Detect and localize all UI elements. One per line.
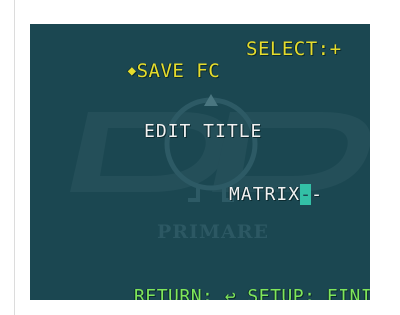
text-cursor[interactable]: -	[300, 184, 312, 205]
save-fc-label: SAVE FC	[136, 60, 221, 82]
osd-screen: PRIMARE ◆SAVE FC SELECT:+ EDIT TITLE MAT…	[30, 24, 370, 300]
page: PRIMARE ◆SAVE FC SELECT:+ EDIT TITLE MAT…	[0, 0, 400, 315]
diamond-icon: ◆	[127, 63, 137, 79]
edit-title-heading: EDIT TITLE	[144, 121, 263, 142]
return-arrow-icon: ↩	[224, 286, 237, 300]
title-text: MATRIX	[229, 184, 301, 205]
title-trailing-char: -	[311, 184, 323, 205]
footer-setup-label: SETUP: FINISH	[247, 286, 370, 300]
select-hint: SELECT:+	[246, 38, 342, 60]
footer-return-label: RETURN:	[134, 286, 214, 300]
save-fc-option[interactable]: ◆SAVE FC	[56, 38, 220, 104]
footer-hints: RETURN: ↩ SETUP: FINISH	[66, 265, 370, 300]
title-input[interactable]: MATRIX--	[158, 163, 323, 226]
frame-edge	[14, 0, 15, 315]
